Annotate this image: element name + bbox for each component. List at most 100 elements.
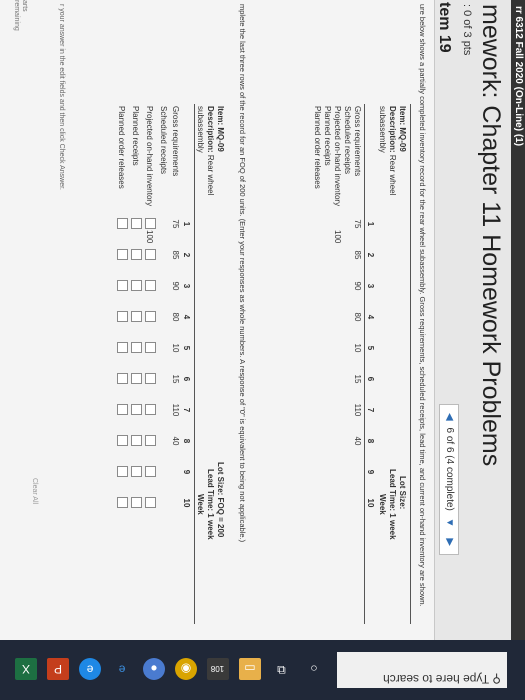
gross-requirement-value: 90 (171, 281, 180, 291)
planned-receipts-input[interactable] (131, 466, 142, 477)
week-number: 6 (182, 376, 191, 382)
windows-taskbar: ⚲ Type here to search ○ ⧉ ▭ 108 ◉ ● e e … (0, 640, 525, 700)
chrome-icon[interactable]: ◉ (175, 658, 197, 680)
initial-on-hand: 100 (333, 230, 342, 244)
lot-size-label: Lot Size: (398, 476, 407, 510)
row-label: Planned order releases (313, 106, 322, 189)
intro-text: ure below shows a partially completed in… (418, 4, 427, 607)
next-question-icon[interactable]: ▶ (444, 538, 455, 546)
task-view-icon[interactable]: ⧉ (271, 658, 293, 680)
description-line-2: subassembly (378, 106, 387, 153)
planned-receipts-input[interactable] (131, 435, 142, 446)
projected-on-hand-input[interactable] (145, 342, 156, 353)
description-line-2: subassembly (196, 106, 205, 153)
edge-icon[interactable]: e (111, 658, 133, 680)
projected-on-hand-input[interactable] (145, 373, 156, 384)
projected-on-hand-input[interactable] (145, 280, 156, 291)
gross-requirement-value: 10 (171, 343, 180, 353)
week-number: 3 (182, 283, 191, 289)
app-icon[interactable]: ● (143, 658, 165, 680)
planned-receipts-input[interactable] (131, 218, 142, 229)
gross-requirement-value: 110 (353, 403, 362, 417)
planned-order-release-input[interactable] (117, 249, 128, 260)
gross-requirement-value: 110 (171, 403, 180, 417)
projected-on-hand-input[interactable] (145, 497, 156, 508)
description-value: Rear wheel (206, 154, 215, 196)
week-number: 5 (182, 345, 191, 351)
lead-time-label: Lead Time: 1 week (206, 469, 215, 540)
planned-receipts-input[interactable] (131, 249, 142, 260)
week-number: 8 (366, 438, 375, 444)
taskbar-search-box[interactable]: ⚲ Type here to search (337, 652, 507, 688)
taskbar-search-input[interactable]: ⚲ Type here to search (383, 672, 501, 686)
row-label: Scheduled receipts (159, 106, 168, 175)
question-progress[interactable]: 6 of 6 (4 complete) (444, 427, 455, 510)
planned-receipts-input[interactable] (131, 342, 142, 353)
planned-order-release-input[interactable] (117, 373, 128, 384)
lot-size-label: Lot Size: FOQ = 200 (216, 462, 225, 538)
planned-order-release-input[interactable] (117, 404, 128, 415)
table-rule (194, 104, 195, 624)
projected-on-hand-input[interactable] (145, 311, 156, 322)
week-label: Week (196, 494, 205, 515)
gross-requirement-value: 15 (353, 374, 362, 384)
row-label: Planned receipts (131, 106, 140, 166)
week-number: 1 (366, 221, 375, 227)
gross-requirement-value: 40 (171, 436, 180, 446)
inventory-record-given: Item: MQ-09 Description: Rear wheel suba… (261, 104, 411, 624)
cortana-icon[interactable]: ○ (303, 658, 325, 680)
planned-order-release-input[interactable] (117, 342, 128, 353)
row-label: Gross requirements (171, 106, 180, 177)
course-header: rr 6312 Fall 2020 (On-Line) (1) (511, 0, 525, 646)
question-menu-icon[interactable]: ▼ (444, 518, 455, 528)
ie-icon[interactable]: e (79, 658, 101, 680)
search-placeholder: Type here to search (383, 672, 490, 686)
projected-on-hand-input[interactable] (145, 404, 156, 415)
week-number: 3 (366, 283, 375, 289)
parts-remaining: arts remaining (12, 0, 28, 31)
planned-order-release-input[interactable] (117, 466, 128, 477)
week-number: 10 (366, 498, 375, 508)
store-icon[interactable]: 108 (207, 658, 229, 680)
table-rule (410, 104, 411, 624)
projected-on-hand-input[interactable] (145, 249, 156, 260)
week-number: 9 (182, 469, 191, 475)
powerpoint-icon[interactable]: P (47, 658, 69, 680)
planned-receipts-input[interactable] (131, 311, 142, 322)
initial-on-hand: 100 (145, 230, 154, 244)
description-line: Description: Rear wheel (206, 106, 215, 195)
projected-on-hand-input[interactable] (145, 218, 156, 229)
score-label: : 0 of 3 pts (461, 4, 473, 56)
projected-on-hand-input[interactable] (145, 435, 156, 446)
planned-receipts-input[interactable] (131, 373, 142, 384)
planned-order-release-input[interactable] (117, 218, 128, 229)
week-number: 4 (366, 314, 375, 320)
instructions-text: mplete the last three rows of the record… (238, 4, 247, 543)
planned-order-release-input[interactable] (117, 280, 128, 291)
row-label: Scheduled receipts (343, 106, 352, 175)
week-number: 9 (366, 469, 375, 475)
planned-receipts-input[interactable] (131, 497, 142, 508)
row-label: Projected on-hand inventory (333, 106, 342, 207)
assignment-header: mework: Chapter 11 Homework Problems : 0… (434, 0, 511, 640)
row-label: Projected on-hand inventory (145, 106, 154, 207)
projected-on-hand-input[interactable] (145, 466, 156, 477)
row-label: Planned receipts (323, 106, 332, 166)
clear-all-button[interactable]: Clear All (31, 478, 38, 504)
excel-icon[interactable]: X (15, 658, 37, 680)
planned-receipts-input[interactable] (131, 404, 142, 415)
week-number: 8 (182, 438, 191, 444)
planned-order-release-input[interactable] (117, 497, 128, 508)
file-explorer-icon[interactable]: ▭ (239, 658, 261, 680)
question-navigator: ◀ 6 of 6 (4 complete) ▼ ▶ (439, 404, 459, 556)
rotated-screen: rr 6312 Fall 2020 (On-Line) (1) mework: … (0, 0, 525, 700)
gross-requirement-value: 10 (353, 343, 362, 353)
planned-receipts-input[interactable] (131, 280, 142, 291)
description-line: Description: Rear wheel (388, 106, 397, 195)
planned-order-release-input[interactable] (117, 435, 128, 446)
week-number: 7 (366, 407, 375, 413)
planned-order-release-input[interactable] (117, 311, 128, 322)
previous-question-icon[interactable]: ◀ (444, 413, 455, 421)
week-number: 2 (366, 252, 375, 258)
gross-requirement-value: 85 (353, 250, 362, 260)
